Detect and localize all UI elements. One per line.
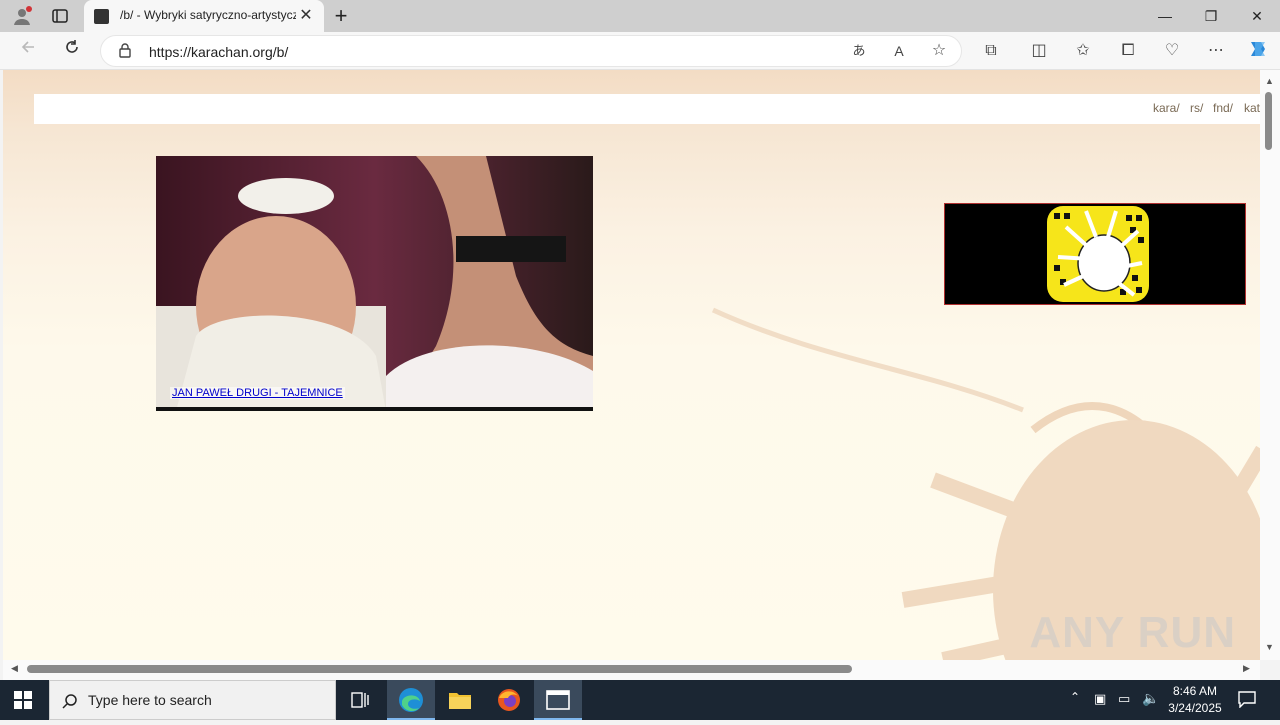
copilot-icon[interactable] xyxy=(1244,38,1272,64)
start-icon[interactable] xyxy=(14,691,32,709)
clock-time: 8:46 AM xyxy=(1172,684,1218,698)
firefox-icon[interactable] xyxy=(485,680,533,720)
refresh-icon[interactable] xyxy=(58,38,86,64)
scroll-down-icon[interactable]: ▼ xyxy=(1265,642,1274,652)
horizontal-scroll-thumb[interactable] xyxy=(27,665,852,673)
board-nav-bar: kara/ rs/ fnd/ kat xyxy=(34,94,1260,124)
search-placeholder[interactable]: Type here to search xyxy=(88,692,212,708)
more-icon[interactable]: ⋯ xyxy=(1202,38,1230,64)
network-icon[interactable]: ▭ xyxy=(1118,691,1130,707)
tab-favicon-icon xyxy=(94,9,109,24)
nav-link-kat[interactable]: kat xyxy=(1244,101,1260,115)
restore-button[interactable]: ❐ xyxy=(1188,0,1234,32)
tray-chevron-icon[interactable]: ⌃ xyxy=(1070,690,1080,704)
scroll-up-icon[interactable]: ▲ xyxy=(1265,76,1274,86)
close-window-button[interactable]: ✕ xyxy=(1234,0,1280,32)
ad-banner[interactable] xyxy=(944,203,1246,305)
back-icon[interactable] xyxy=(14,38,42,64)
nav-link-fnd[interactable]: fnd/ xyxy=(1213,101,1233,115)
horizontal-scrollbar[interactable]: ◀ ▶ xyxy=(3,660,1260,680)
snapcode-cockroach-icon xyxy=(1047,206,1149,302)
tray-device-icon[interactable]: ▣ xyxy=(1094,691,1106,707)
address-bar[interactable]: https://karachan.org/b/ あ A ☆ xyxy=(100,35,962,67)
collections-icon[interactable]: ⧠ xyxy=(1114,38,1142,64)
new-tab-button[interactable]: + xyxy=(330,2,352,30)
tab-actions-icon[interactable] xyxy=(52,8,68,24)
minimize-button[interactable]: — xyxy=(1142,0,1188,32)
nav-link-rs[interactable]: rs/ xyxy=(1190,101,1203,115)
banner-image[interactable]: JAN PAWEŁ DRUGI - TAJEMNICE xyxy=(156,156,593,411)
search-icon xyxy=(62,694,77,709)
extensions-icon[interactable]: ⧉ xyxy=(977,38,1005,64)
browser-essentials-icon[interactable]: ♡ xyxy=(1158,38,1186,64)
scroll-right-icon[interactable]: ▶ xyxy=(1243,663,1250,674)
banner-photo-image xyxy=(156,156,593,407)
translate-icon[interactable]: あ xyxy=(845,38,873,64)
favorite-star-icon[interactable]: ☆ xyxy=(925,38,953,64)
tab-close-icon[interactable]: ✕ xyxy=(296,6,316,26)
volume-icon[interactable]: 🔈 xyxy=(1142,690,1159,707)
windows-taskbar: Type here to search ⌃ ▣ ▭ 🔈 8:46 AM 3/24… xyxy=(0,680,1280,720)
task-view-icon[interactable] xyxy=(336,680,384,720)
scroll-left-icon[interactable]: ◀ xyxy=(11,663,18,674)
banner-caption-link[interactable]: JAN PAWEŁ DRUGI - TAJEMNICE xyxy=(170,387,345,399)
anyrun-watermark: ANY RUN xyxy=(1029,608,1236,657)
split-screen-icon[interactable]: ◫ xyxy=(1025,38,1053,64)
favorites-icon[interactable]: ✩ xyxy=(1069,38,1097,64)
tab-strip: /b/ - Wybryki satyryczno-artystyczne ✕ +… xyxy=(0,0,1280,32)
tab-active[interactable]: /b/ - Wybryki satyryczno-artystyczne ✕ xyxy=(84,0,324,32)
file-explorer-icon[interactable] xyxy=(436,680,484,720)
lock-icon[interactable] xyxy=(119,43,131,58)
window-app-icon[interactable] xyxy=(534,680,582,720)
nav-link-kara[interactable]: kara/ xyxy=(1153,101,1180,115)
notifications-icon[interactable] xyxy=(1238,690,1256,709)
cockroach-background-image xyxy=(711,307,1260,660)
edge-icon[interactable] xyxy=(387,680,435,720)
page-viewport: kara/ rs/ fnd/ kat JAN PAWEŁ DRUGI - TAJ… xyxy=(3,70,1260,660)
vertical-scroll-thumb[interactable] xyxy=(1265,92,1272,150)
clock-date: 3/24/2025 xyxy=(1168,701,1222,715)
profile-icon[interactable] xyxy=(12,6,32,26)
taskbar-search-box[interactable]: Type here to search xyxy=(49,680,336,720)
taskbar-clock[interactable]: 8:46 AM 3/24/2025 xyxy=(1160,683,1230,717)
vertical-scrollbar[interactable]: ▲ ▼ xyxy=(1260,70,1280,660)
url-text[interactable]: https://karachan.org/b/ xyxy=(149,44,288,60)
tab-title: /b/ - Wybryki satyryczno-artystyczne xyxy=(120,8,296,22)
read-aloud-icon[interactable]: A xyxy=(885,38,913,64)
browser-toolbar: https://karachan.org/b/ あ A ☆ ⧉ ◫ ✩ ⧠ ♡ … xyxy=(0,32,1280,70)
